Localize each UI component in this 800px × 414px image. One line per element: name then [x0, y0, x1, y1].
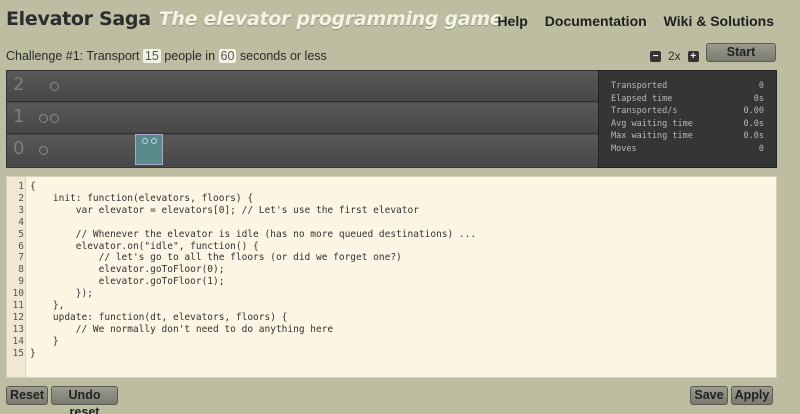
speed-controls: − 2x + [650, 49, 699, 63]
code-text: } [30, 335, 59, 347]
elevator-indicator-icon [151, 138, 157, 144]
code-text: }); [30, 288, 93, 300]
floor-0: 0 [7, 135, 599, 166]
challenge-description: Challenge #1: Transport 15 people in 60 … [6, 49, 327, 63]
line-number: 9 [18, 276, 24, 288]
line-number: 5 [18, 228, 24, 240]
nav-documentation-link[interactable]: Documentation [545, 13, 647, 29]
call-down-button-icon[interactable] [50, 114, 59, 123]
app-title: Elevator Saga [6, 8, 151, 30]
code-text: // Whenever the elevator is idle (has no… [30, 228, 477, 240]
nav-wiki-link[interactable]: Wiki & Solutions [664, 13, 774, 29]
stat-transported: Transported 0 [611, 81, 764, 91]
speed-decrease-button[interactable]: − [650, 50, 661, 62]
elevator-indicator-icon [142, 138, 148, 144]
code-text: elevator.goToFloor(0); [30, 264, 225, 276]
line-number: 15 [12, 347, 24, 359]
code-line: 15} [7, 347, 36, 360]
code-line: 6 elevator.on("idle", function() { [7, 240, 259, 253]
code-text: // We normally don't need to do anything… [30, 323, 334, 335]
line-number: 1 [18, 181, 24, 192]
code-editor[interactable]: 1{2 init: function(elevators, floors) {3… [6, 176, 777, 378]
code-text: var elevator = elevators[0]; // Let's us… [30, 204, 419, 216]
app-subtitle: The elevator programming game [158, 8, 503, 30]
stat-transported-per-second: Transported/s 0.00 [611, 106, 764, 117]
call-button-icon[interactable] [39, 146, 48, 155]
speed-increase-button[interactable]: + [687, 50, 699, 62]
top-nav: Help Documentation Wiki & Solutions [497, 13, 774, 29]
stat-moves: Moves 0 [611, 143, 764, 154]
code-text: init: function(elevators, floors) { [30, 192, 254, 204]
code-line: 1{ [7, 181, 35, 193]
floor-number: 1 [13, 106, 25, 127]
floor-number: 2 [13, 74, 25, 95]
code-text: elevator.goToFloor(1); [30, 276, 225, 288]
reset-button[interactable]: Reset [6, 386, 48, 405]
floor-number: 0 [13, 138, 25, 159]
line-number: 3 [18, 204, 24, 216]
code-text: elevator.on("idle", function() { [30, 240, 259, 252]
code-line: 5 // Whenever the elevator is idle (has … [7, 228, 476, 241]
speed-factor: 2x [668, 49, 681, 63]
challenge-people-count: 15 [142, 49, 161, 63]
code-line: 11 }, [7, 300, 65, 312]
line-number: 2 [18, 192, 24, 204]
line-number: 7 [18, 252, 24, 264]
code-line: 9 elevator.goToFloor(1); [7, 276, 224, 288]
floor-1: 1 [7, 103, 599, 134]
code-text: update: function(dt, elevators, floors) … [30, 311, 288, 323]
line-number: 12 [12, 311, 24, 323]
code-line: 3 var elevator = elevators[0]; // Let's … [7, 204, 419, 217]
apply-button[interactable]: Apply [731, 386, 773, 405]
code-line: 2 init: function(elevators, floors) { [7, 192, 253, 205]
line-number: 10 [12, 288, 24, 300]
stat-max-waiting-time: Max waiting time 0.0s [611, 131, 764, 142]
elevator-world: 2 1 0 [6, 70, 599, 168]
nav-help-link[interactable]: Help [497, 13, 527, 29]
start-button[interactable]: Start [706, 43, 776, 62]
code-text: } [30, 347, 36, 359]
code-text: }, [30, 300, 65, 311]
call-up-button-icon[interactable] [39, 114, 48, 123]
code-line: 12 update: function(dt, elevators, floor… [7, 311, 288, 324]
stats-panel: Transported 0 Elapsed time 0s Transported/… [598, 70, 777, 168]
header: Elevator Saga The elevator programming g… [6, 8, 503, 36]
challenge-seconds-count: 60 [218, 49, 237, 63]
code-text: // let's go to all the floors (or did we… [30, 252, 402, 264]
code-line: 7 // let's go to all the floors (or did … [7, 252, 402, 264]
challenge-middle: people in [164, 49, 216, 63]
code-text: { [30, 181, 36, 192]
code-line: 4 [7, 217, 24, 229]
elevator-car [135, 134, 163, 165]
line-number: 6 [18, 240, 24, 252]
code-line: 13 // We normally don't need to do anyth… [7, 323, 334, 336]
stat-elapsed-time: Elapsed time 0s [611, 93, 764, 104]
line-number: 14 [12, 335, 24, 347]
line-number: 8 [18, 264, 24, 276]
line-number: 13 [12, 323, 24, 335]
challenge-prefix: Challenge #1: Transport [6, 49, 140, 63]
stat-avg-waiting-time: Avg waiting time 0.0s [611, 118, 764, 129]
line-number: 11 [12, 300, 24, 311]
undo-reset-button[interactable]: Undo reset [51, 386, 118, 414]
call-button-icon[interactable] [50, 82, 59, 91]
save-button[interactable]: Save [690, 386, 728, 405]
challenge-suffix: seconds or less [239, 49, 327, 63]
code-line: 10 }); [7, 288, 93, 300]
code-line: 8 elevator.goToFloor(0); [7, 264, 224, 276]
code-line: 14 } [7, 335, 59, 348]
line-number: 4 [18, 216, 24, 228]
floor-2: 2 [7, 71, 599, 102]
